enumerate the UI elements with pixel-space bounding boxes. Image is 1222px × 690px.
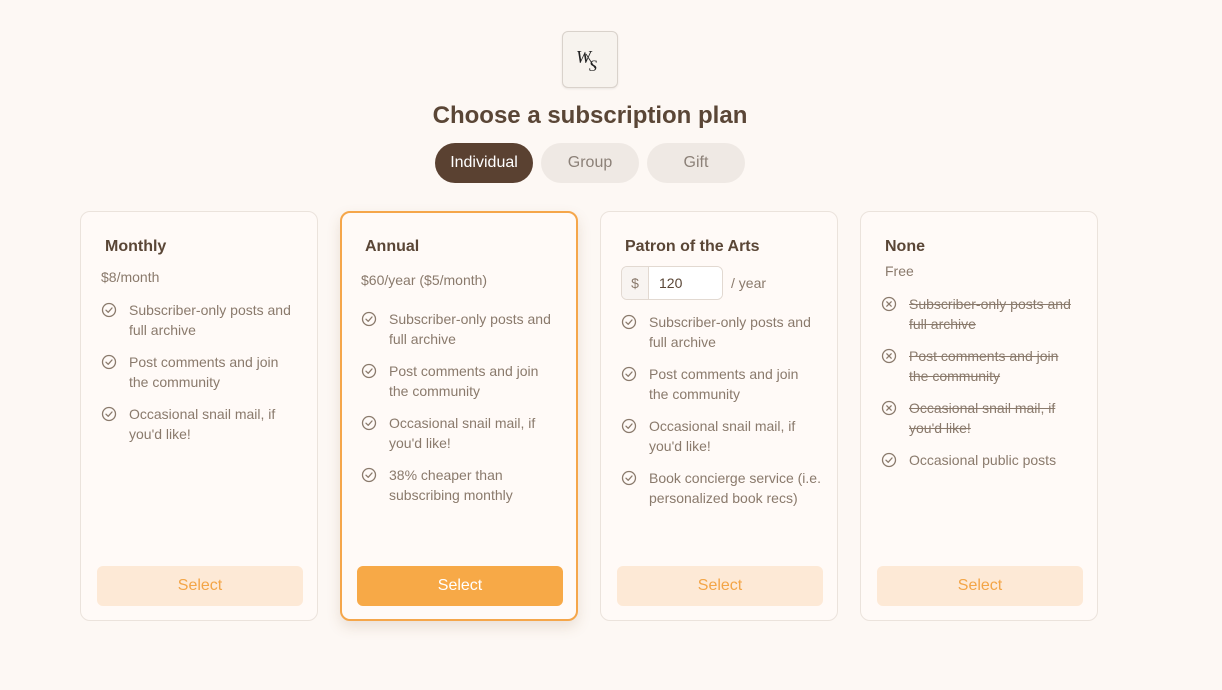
feature-text: 38% cheaper than subscribing monthly: [389, 467, 513, 503]
feature-item: Book concierge service (i.e. personalize…: [621, 468, 821, 508]
amount-input[interactable]: [649, 267, 722, 299]
tab-individual[interactable]: Individual: [435, 143, 533, 183]
plan-price: Free: [885, 263, 914, 279]
feature-text: Occasional public posts: [909, 452, 1057, 468]
feature-item: 38% cheaper than subscribing monthly: [361, 465, 560, 505]
page-title: Choose a subscription plan: [432, 102, 748, 129]
feature-item: Subscriber-only posts and full archive: [361, 309, 560, 349]
amount-period: / year: [731, 275, 767, 291]
feature-item: Occasional snail mail, if you'd like!: [361, 413, 560, 453]
plan-name: Monthly: [105, 238, 167, 255]
feature-item: Post comments and join the community: [361, 361, 560, 401]
feature-text: Post comments and join the community: [909, 348, 1059, 384]
feature-text: Subscriber-only posts and full archive: [389, 311, 551, 347]
feature-text: Book concierge service (i.e. personalize…: [649, 470, 821, 506]
plan-name: None: [885, 238, 925, 255]
tab-gift[interactable]: Gift: [647, 143, 745, 183]
plan-card-annual[interactable]: Annual $60/year ($5/month) Subscriber-on…: [340, 211, 578, 621]
feature-text: Subscriber-only posts and full archive: [649, 314, 811, 350]
feature-item: Post comments and join the community: [621, 364, 821, 404]
feature-text: Post comments and join the community: [649, 366, 799, 402]
feature-list: Subscriber-only posts and full archive P…: [101, 300, 301, 456]
feature-text: Occasional snail mail, if you'd like!: [129, 406, 276, 442]
tab-group[interactable]: Group: [541, 143, 639, 183]
check-circle-icon: [881, 452, 897, 468]
plan-type-tabs: Individual Group Gift: [435, 143, 745, 183]
feature-text: Occasional snail mail, if you'd like!: [389, 415, 536, 451]
feature-text: Subscriber-only posts and full archive: [909, 296, 1071, 332]
plan-name: Patron of the Arts: [625, 238, 760, 255]
feature-text: Occasional snail mail, if you'd like!: [909, 400, 1056, 436]
plan-price: $60/year ($5/month): [361, 272, 488, 288]
check-circle-icon: [101, 302, 117, 318]
plan-card-monthly[interactable]: Monthly $8/month Subscriber-only posts a…: [80, 211, 318, 621]
feature-list: Subscriber-only posts and full archive P…: [621, 312, 821, 520]
check-circle-icon: [361, 363, 377, 379]
check-circle-icon: [101, 354, 117, 370]
plan-card-none[interactable]: None Free Subscriber-only posts and full…: [860, 211, 1098, 621]
check-circle-icon: [621, 366, 637, 382]
check-circle-icon: [101, 406, 117, 422]
feature-list: Subscriber-only posts and full archive P…: [361, 309, 560, 517]
select-annual-button[interactable]: Select: [357, 566, 563, 606]
check-circle-icon: [621, 418, 637, 434]
x-circle-icon: [881, 348, 897, 364]
check-circle-icon: [621, 314, 637, 330]
feature-text: Post comments and join the community: [389, 363, 539, 399]
currency-prefix: $: [622, 267, 649, 299]
amount-field[interactable]: $: [621, 266, 723, 300]
custom-amount: $ / year: [621, 266, 766, 300]
select-patron-button[interactable]: Select: [617, 566, 823, 606]
feature-item-excluded: Occasional snail mail, if you'd like!: [881, 398, 1081, 438]
plan-price: $8/month: [101, 269, 160, 285]
feature-item-excluded: Post comments and join the community: [881, 346, 1081, 386]
feature-item: Occasional snail mail, if you'd like!: [621, 416, 821, 456]
logo: W S: [562, 31, 618, 88]
feature-item: Occasional snail mail, if you'd like!: [101, 404, 301, 444]
check-circle-icon: [621, 470, 637, 486]
select-none-button[interactable]: Select: [877, 566, 1083, 606]
logo-monogram-icon: W S: [576, 47, 597, 75]
x-circle-icon: [881, 400, 897, 416]
feature-item: Subscriber-only posts and full archive: [101, 300, 301, 340]
feature-item: Occasional public posts: [881, 450, 1081, 470]
feature-text: Post comments and join the community: [129, 354, 279, 390]
check-circle-icon: [361, 311, 377, 327]
plan-name: Annual: [365, 238, 420, 255]
feature-item: Post comments and join the community: [101, 352, 301, 392]
check-circle-icon: [361, 415, 377, 431]
feature-text: Subscriber-only posts and full archive: [129, 302, 291, 338]
feature-list: Subscriber-only posts and full archive P…: [881, 294, 1081, 482]
feature-text: Occasional snail mail, if you'd like!: [649, 418, 796, 454]
select-monthly-button[interactable]: Select: [97, 566, 303, 606]
check-circle-icon: [361, 467, 377, 483]
feature-item-excluded: Subscriber-only posts and full archive: [881, 294, 1081, 334]
x-circle-icon: [881, 296, 897, 312]
plan-card-patron[interactable]: Patron of the Arts $ / year Subscriber-o…: [600, 211, 838, 621]
feature-item: Subscriber-only posts and full archive: [621, 312, 821, 352]
